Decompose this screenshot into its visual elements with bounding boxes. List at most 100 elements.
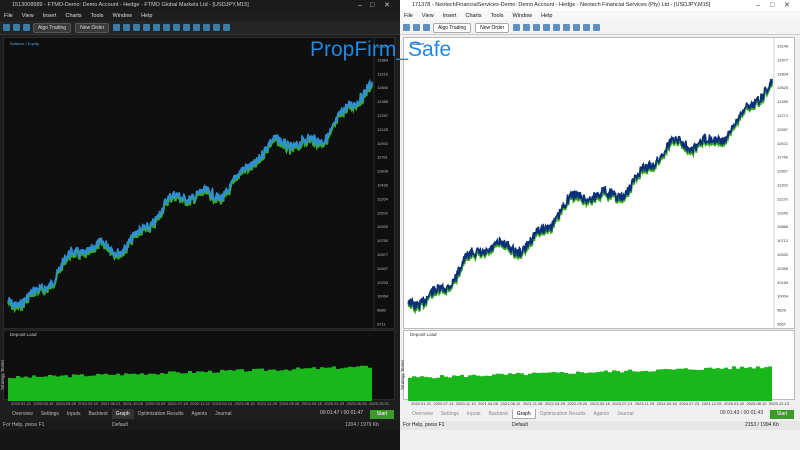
tab-agents[interactable]: Agents <box>188 409 212 419</box>
menu-insert[interactable]: Insert <box>443 11 457 21</box>
menu-view[interactable]: View <box>22 11 34 21</box>
chart-shift-icon[interactable] <box>553 24 561 31</box>
menu-window[interactable]: Window <box>513 11 533 21</box>
tab-journal[interactable]: Journal <box>211 409 235 419</box>
minimize-icon[interactable]: – <box>756 0 760 11</box>
menu-file[interactable]: File <box>4 11 13 21</box>
tab-graph[interactable]: Graph <box>111 409 134 419</box>
start-button[interactable]: Start <box>770 410 794 419</box>
templates-icon[interactable] <box>583 24 591 31</box>
menu-charts[interactable]: Charts <box>465 11 481 21</box>
tab-settings[interactable]: Settings <box>37 409 63 419</box>
close-icon[interactable]: ✕ <box>784 0 790 11</box>
zoom-out-icon[interactable] <box>523 24 531 31</box>
bottom-dock <box>0 430 400 450</box>
algo-trading-button[interactable]: Algo Trading <box>433 22 472 33</box>
balance-chart[interactable]: 13140 12977 12804 12625 12450 12271 12097 11922… <box>403 37 795 330</box>
deposit-load-bar <box>216 372 220 401</box>
crosshair-icon[interactable] <box>593 24 601 31</box>
menu-charts[interactable]: Charts <box>65 11 81 21</box>
text-tool-icon[interactable] <box>213 24 221 31</box>
menu-view[interactable]: View <box>422 11 434 21</box>
deposit-load-bar <box>28 377 32 401</box>
deposit-load-bar <box>96 373 100 401</box>
deposit-load-bar <box>720 368 724 401</box>
menu-help[interactable]: Help <box>541 11 552 21</box>
close-icon[interactable]: ✕ <box>384 0 390 11</box>
deposit-load-svg <box>408 366 772 401</box>
deposit-load-bar <box>556 372 560 401</box>
autoscroll-icon[interactable] <box>543 24 551 31</box>
deposit-load-bar <box>104 373 108 401</box>
periods-icon[interactable] <box>573 24 581 31</box>
zoom-in-icon[interactable] <box>513 24 521 31</box>
deposit-load-bar <box>752 368 756 401</box>
crosshair-icon[interactable] <box>193 24 201 31</box>
menu-tools[interactable]: Tools <box>91 11 104 21</box>
profiles-icon[interactable] <box>13 24 20 31</box>
tab-overview[interactable]: Overview <box>8 409 37 419</box>
templates-icon[interactable] <box>183 24 191 31</box>
zoom-out-icon[interactable] <box>123 24 131 31</box>
deposit-load-bar <box>48 374 52 401</box>
date-tick-label: 2024.05.08 <box>279 401 300 406</box>
indicators-icon[interactable] <box>563 24 571 31</box>
deposit-load-bar <box>144 374 148 401</box>
deposit-load-bar <box>116 373 120 401</box>
y-tick-label: 11264 <box>377 196 389 201</box>
tab-optimization-results[interactable]: Optimization Results <box>134 409 188 419</box>
deposit-load-bar <box>760 368 764 401</box>
deposit-load-bar <box>232 370 236 401</box>
indicators-icon[interactable] <box>163 24 171 31</box>
periods-icon[interactable] <box>173 24 181 31</box>
market-watch-icon[interactable] <box>23 24 30 31</box>
grid-icon[interactable] <box>133 24 141 31</box>
menu-tools[interactable]: Tools <box>491 11 504 21</box>
tab-optimization-results[interactable]: Optimization Results <box>536 409 590 419</box>
y-tick-label: 11567 <box>777 169 789 174</box>
deposit-load-bar <box>664 368 668 401</box>
tab-inputs[interactable]: Inputs <box>463 409 485 419</box>
deposit-load-bar <box>156 374 160 401</box>
new-chart-icon[interactable] <box>403 24 410 31</box>
market-watch-icon[interactable] <box>423 24 430 31</box>
chart-shift-icon[interactable] <box>153 24 161 31</box>
deposit-load-bar <box>68 377 72 401</box>
deposit-load-bar <box>488 375 492 401</box>
screenshot-icon[interactable] <box>223 24 231 31</box>
minimize-icon[interactable]: – <box>358 0 362 11</box>
y-tick-label: 10355 <box>777 266 789 271</box>
tab-backtest[interactable]: Backtest <box>485 409 512 419</box>
autoscroll-icon[interactable] <box>143 24 151 31</box>
test-timer: 00:01:43 / 00:01:43 <box>720 410 764 416</box>
tab-agents[interactable]: Agents <box>590 409 614 419</box>
tab-overview[interactable]: Overview <box>408 409 437 419</box>
line-tool-icon[interactable] <box>203 24 211 31</box>
maximize-icon[interactable]: □ <box>770 0 774 11</box>
tab-settings[interactable]: Settings <box>437 409 463 419</box>
tab-backtest[interactable]: Backtest <box>85 409 112 419</box>
deposit-load-bar <box>76 374 80 401</box>
new-order-button[interactable]: New Order <box>475 22 510 33</box>
zoom-in-icon[interactable] <box>113 24 121 31</box>
new-chart-icon[interactable] <box>3 24 10 31</box>
new-order-button[interactable]: New Order <box>75 22 110 33</box>
profiles-icon[interactable] <box>413 24 420 31</box>
tab-inputs[interactable]: Inputs <box>63 409 85 419</box>
grid-icon[interactable] <box>533 24 541 31</box>
y-tick-label: 11953 <box>377 141 389 146</box>
deposit-load-bar <box>44 376 48 401</box>
tab-journal[interactable]: Journal <box>613 409 637 419</box>
menu-insert[interactable]: Insert <box>43 11 57 21</box>
menu-file[interactable]: File <box>404 11 413 21</box>
deposit-load-bar <box>64 375 68 401</box>
balance-chart[interactable]: 13536 13384 13210 12840 12468 12297 12125 11953… <box>3 37 395 330</box>
menu-help[interactable]: Help <box>141 11 152 21</box>
algo-trading-button[interactable]: Algo Trading <box>33 22 72 33</box>
menu-window[interactable]: Window <box>113 11 133 21</box>
deposit-load-bar <box>172 371 176 401</box>
start-button[interactable]: Start <box>370 410 394 419</box>
deposit-load-bar <box>600 371 604 401</box>
tab-graph[interactable]: Graph <box>511 409 536 419</box>
maximize-icon[interactable]: □ <box>370 0 374 11</box>
